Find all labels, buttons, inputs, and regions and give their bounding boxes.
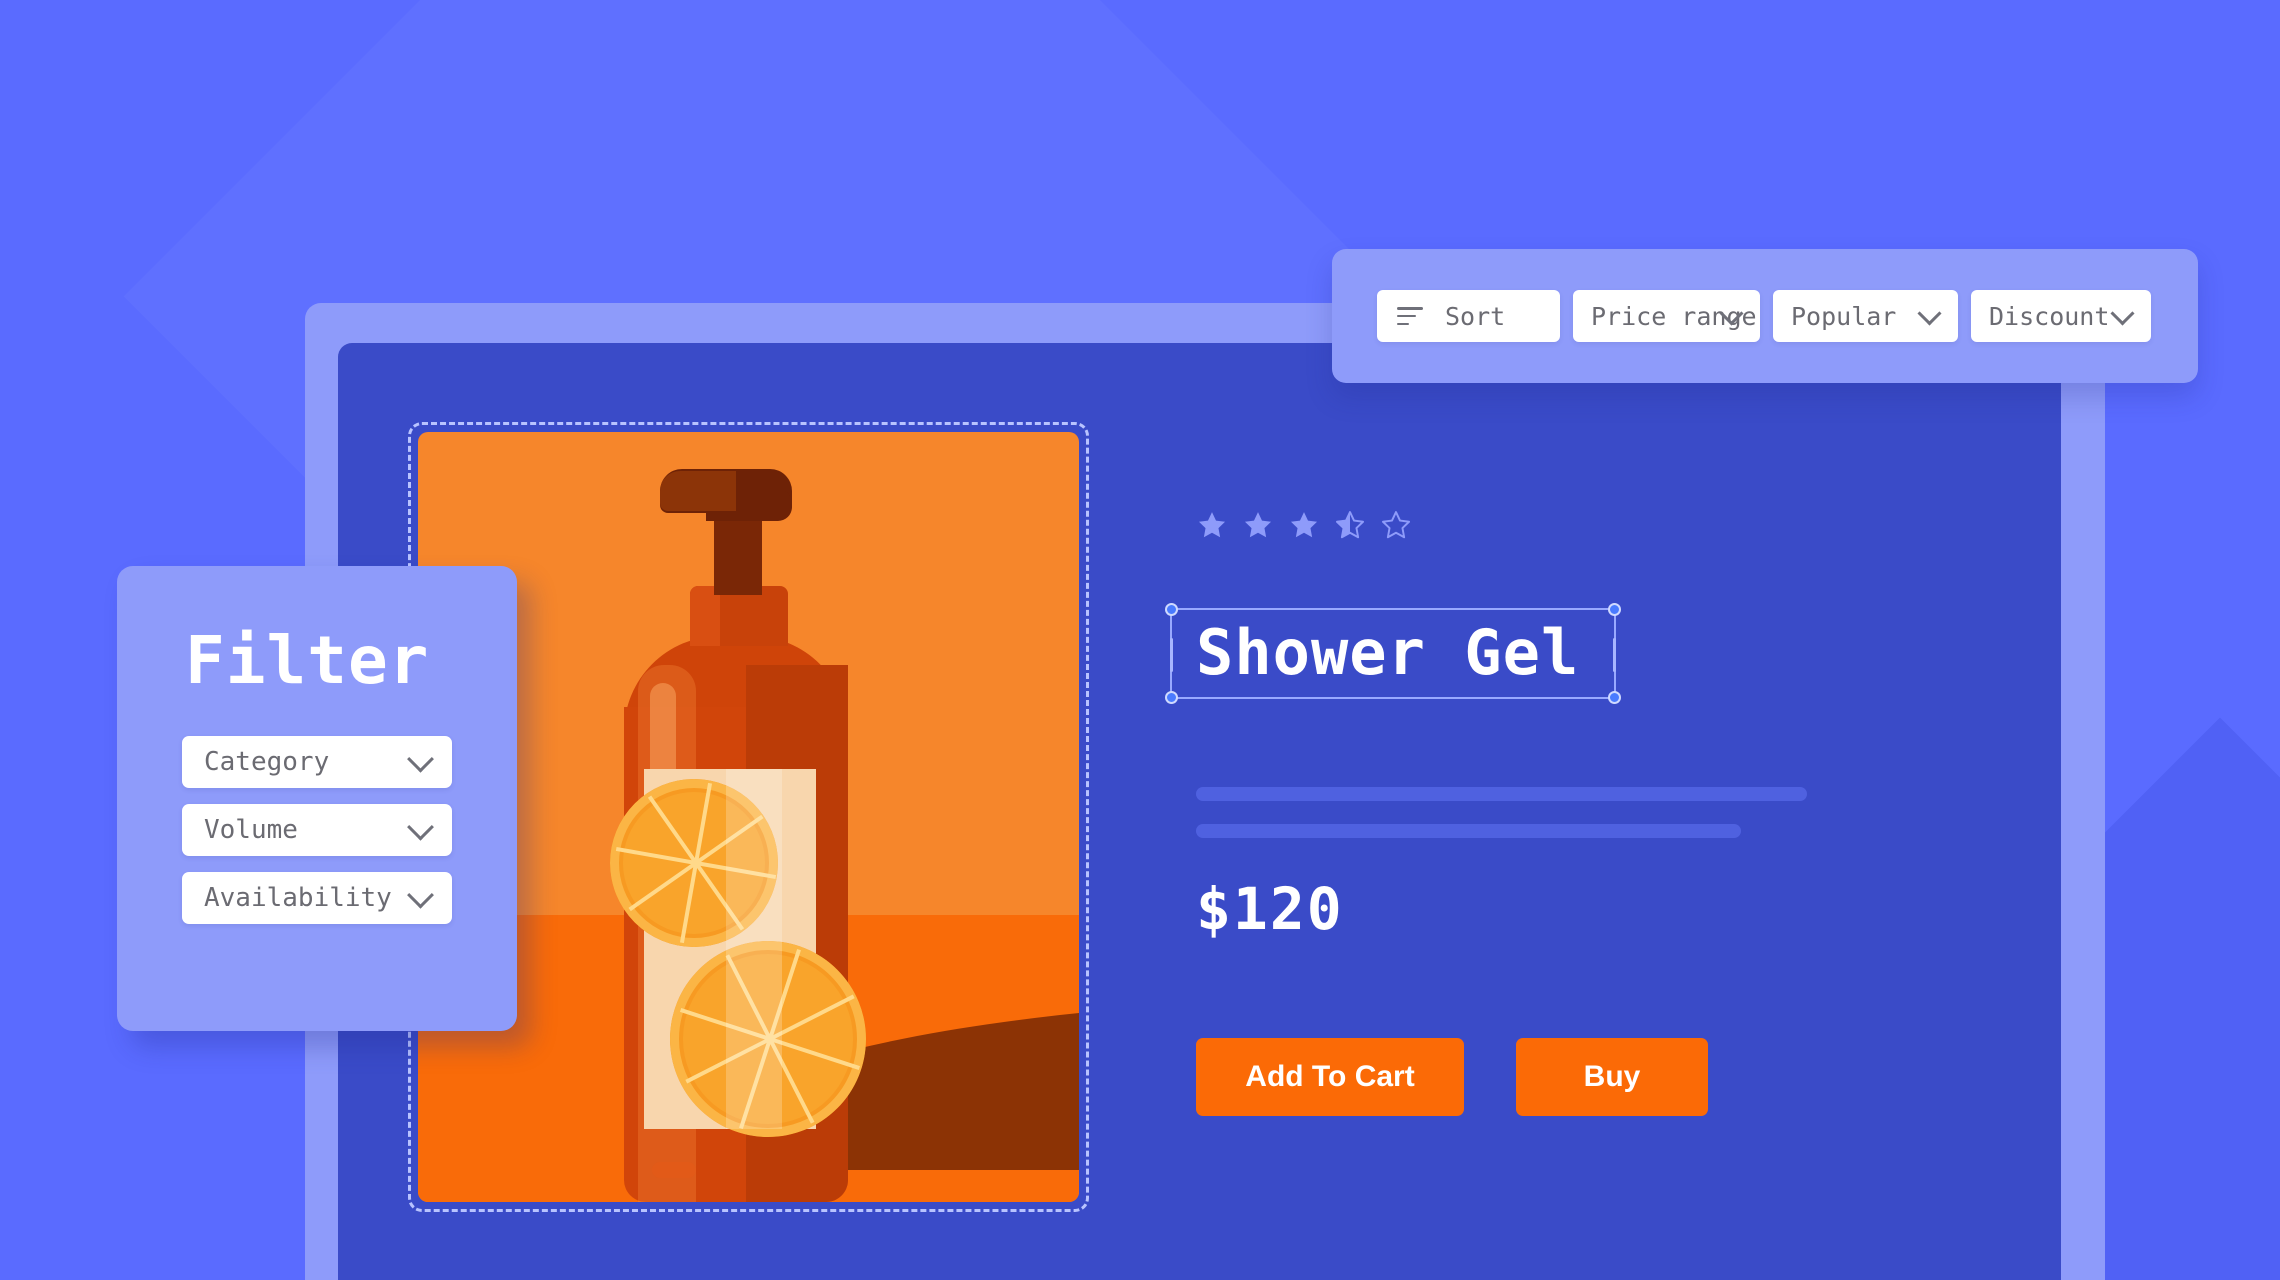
chevron-down-icon xyxy=(407,813,434,841)
description-placeholder-bar-1 xyxy=(1196,787,1807,801)
star-full-icon-2 xyxy=(1244,512,1272,538)
toolbar-popular-select[interactable]: Popular xyxy=(1773,290,1958,342)
filter-select-list: Category Volume Availability xyxy=(117,736,517,924)
resize-handle-top-left[interactable] xyxy=(1165,603,1178,616)
resize-handle-right-mid[interactable] xyxy=(1613,638,1616,672)
buy-button[interactable]: Buy xyxy=(1516,1038,1708,1116)
product-title[interactable]: Shower Gel xyxy=(1196,622,1579,684)
description-placeholder-bar-2 xyxy=(1196,824,1741,838)
bottle-neck-highlight xyxy=(690,586,720,646)
chevron-down-icon xyxy=(1917,301,1942,326)
sort-filter-toolbar: Sort Price range Popular Discount xyxy=(1332,249,2198,383)
star-full-icon-1 xyxy=(1198,512,1226,538)
bottle-label-gloss xyxy=(726,769,782,1129)
toolbar-discount-select[interactable]: Discount xyxy=(1971,290,2151,342)
filter-select-availability-label: Availability xyxy=(204,883,392,913)
chevron-down-icon xyxy=(407,745,434,773)
toolbar-sort-label: Sort xyxy=(1445,301,1506,331)
star-full-icon-3 xyxy=(1290,512,1318,538)
toolbar-price-range-select[interactable]: Price range xyxy=(1573,290,1760,342)
resize-handle-left-mid[interactable] xyxy=(1170,638,1173,672)
add-to-cart-button[interactable]: Add To Cart xyxy=(1196,1038,1464,1116)
toolbar-sort-button[interactable]: Sort xyxy=(1377,290,1560,342)
sort-lines-icon xyxy=(1397,307,1423,325)
chevron-down-icon xyxy=(2110,301,2135,326)
filter-select-volume[interactable]: Volume xyxy=(182,804,452,856)
bottle-base-notch xyxy=(652,1162,696,1178)
chevron-down-icon xyxy=(407,881,434,909)
filter-select-category[interactable]: Category xyxy=(182,736,452,788)
product-rating[interactable] xyxy=(1196,510,1412,541)
filter-select-availability[interactable]: Availability xyxy=(182,872,452,924)
canvas-stage: Filter Category Volume Availability Sort… xyxy=(0,0,2280,1280)
toolbar-discount-label: Discount xyxy=(1989,301,2110,331)
product-actions: Add To Cart Buy xyxy=(1196,1038,1708,1116)
product-image-tile[interactable] xyxy=(418,432,1079,1202)
resize-handle-top-right[interactable] xyxy=(1608,603,1621,616)
pump-nozzle-highlight xyxy=(660,471,736,511)
product-price: $120 xyxy=(1196,875,1344,943)
filter-select-volume-label: Volume xyxy=(204,815,298,845)
resize-handle-bottom-right[interactable] xyxy=(1608,691,1621,704)
filter-panel-title: Filter xyxy=(185,622,430,699)
toolbar-popular-label: Popular xyxy=(1791,301,1897,331)
star-half-icon xyxy=(1335,511,1365,539)
filter-select-category-label: Category xyxy=(204,747,330,777)
star-empty-icon xyxy=(1381,511,1411,539)
filter-panel: Filter Category Volume Availability xyxy=(117,566,517,1031)
resize-handle-bottom-left[interactable] xyxy=(1165,691,1178,704)
shower-gel-bottle-illustration xyxy=(610,469,866,1202)
